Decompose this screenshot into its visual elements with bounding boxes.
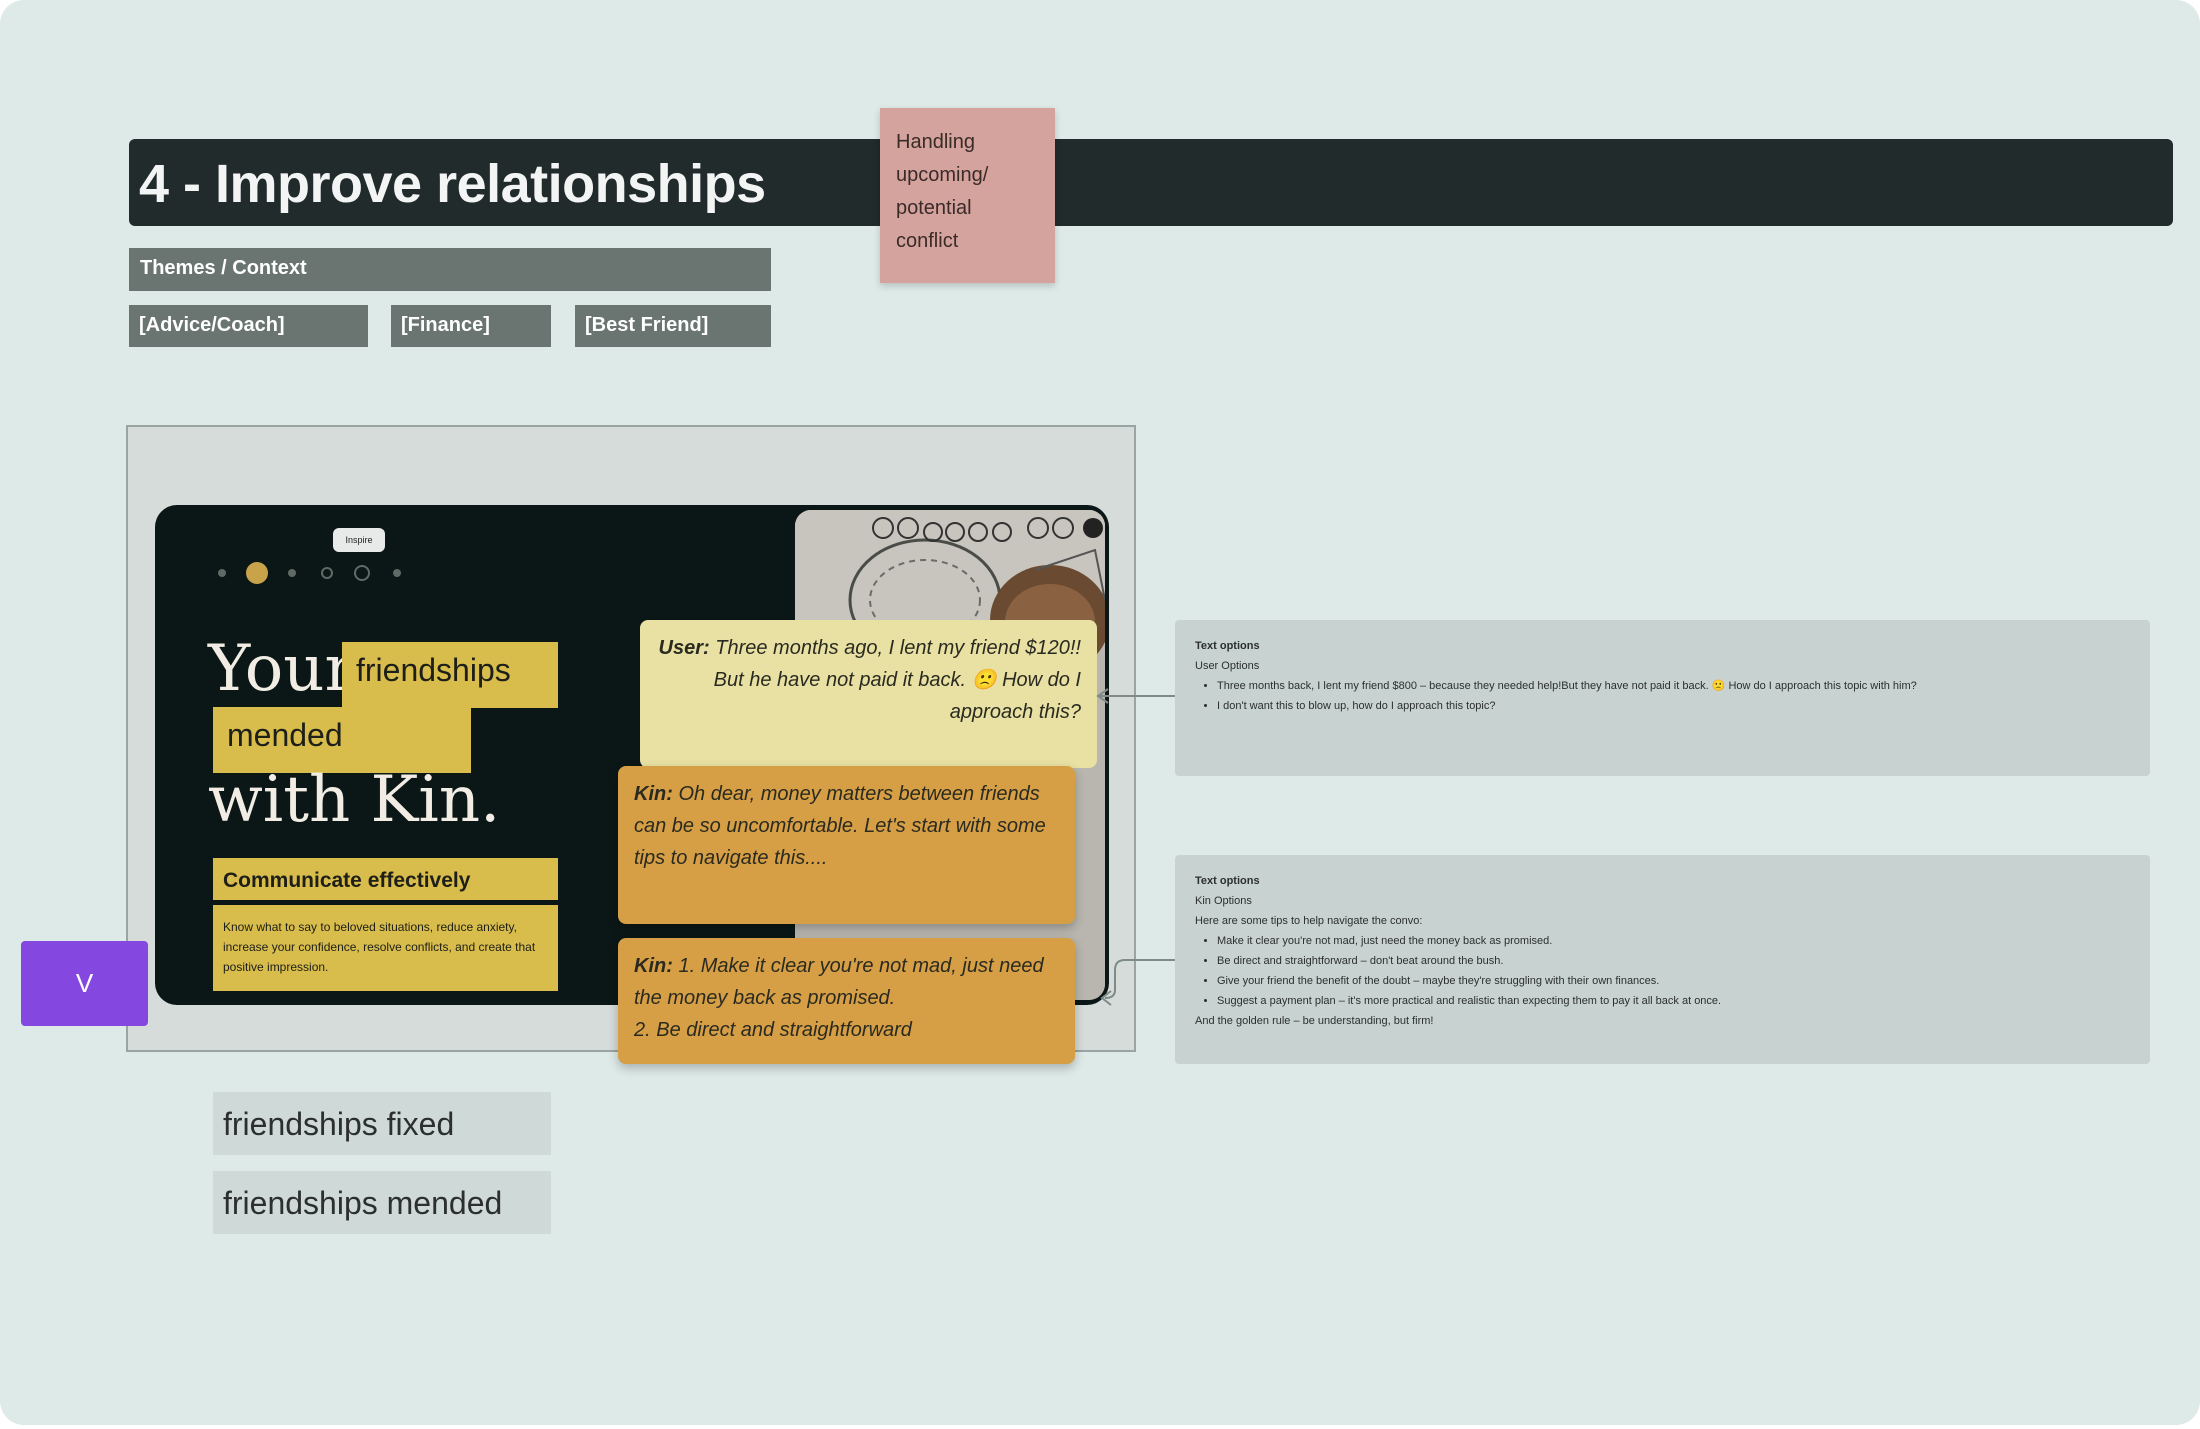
tag-finance[interactable]: [Finance]	[391, 305, 551, 347]
text-options-kin[interactable]: Text options Kin Options Here are some t…	[1175, 855, 2150, 1064]
option-item: Suggest a payment plan – it's more pract…	[1217, 991, 2130, 1011]
progress-dot	[218, 569, 226, 577]
option-item: I don't want this to blow up, how do I a…	[1217, 696, 2130, 716]
options-intro: Here are some tips to help navigate the …	[1195, 915, 1423, 927]
connector-arrows	[1096, 688, 1175, 1006]
section-title: 4 - Improve relationships	[139, 154, 766, 214]
kin-message-2-line1: 1. Make it clear you're not mad, just ne…	[634, 955, 1044, 1009]
progress-dot	[288, 569, 296, 577]
tooltip-pill: Inspire	[333, 528, 385, 552]
section-title-bar[interactable]: 4 - Improve relationships	[129, 139, 2173, 226]
feature-description: Know what to say to beloved situations, …	[213, 905, 558, 991]
kin-message-1: Oh dear, money matters between friends c…	[634, 783, 1046, 869]
progress-dot	[393, 569, 401, 577]
option-item: Give your friend the benefit of the doub…	[1217, 971, 2130, 991]
tag-best-friend[interactable]: [Best Friend]	[575, 305, 771, 347]
user-label: User:	[658, 637, 710, 659]
options-subheading: User Options	[1195, 660, 1260, 672]
hero-your: Your	[208, 632, 356, 706]
options-subheading: Kin Options	[1195, 895, 1252, 907]
progress-dot	[321, 567, 333, 579]
themes-context-label[interactable]: Themes / Context	[129, 248, 771, 291]
label-friendships-mended[interactable]: friendships mended	[213, 1171, 551, 1234]
options-outro: And the golden rule – be understanding, …	[1195, 1015, 1434, 1027]
progress-dot-active	[246, 562, 268, 584]
kin-label: Kin:	[634, 955, 673, 977]
feature-title: Communicate effectively	[213, 858, 558, 900]
tag-advice-coach[interactable]: [Advice/Coach]	[129, 305, 368, 347]
kin-message-2-line2: 2. Be direct and straightforward	[634, 1019, 912, 1041]
option-item: Make it clear you're not mad, just need …	[1217, 931, 2130, 951]
kin-chat-bubble-1[interactable]: Kin: Oh dear, money matters between frie…	[618, 766, 1075, 924]
kin-label: Kin:	[634, 783, 673, 805]
user-chat-bubble[interactable]: User: Three months ago, I lent my friend…	[640, 620, 1097, 768]
option-item: Be direct and straightforward – don't be…	[1217, 951, 2130, 971]
option-item: Three months back, I lent my friend $800…	[1217, 676, 2130, 696]
progress-dot	[354, 565, 370, 581]
kin-chat-bubble-2[interactable]: Kin: 1. Make it clear you're not mad, ju…	[618, 938, 1075, 1064]
sticky-note-conflict[interactable]: Handling upcoming/ potential conflict	[880, 108, 1055, 283]
user-message: Three months ago, I lent my friend $120!…	[713, 637, 1081, 723]
hero-with-kin: with Kin.	[208, 763, 501, 837]
hero-highlight-friendships: friendships	[342, 642, 558, 708]
text-options-user[interactable]: Text options User Options Three months b…	[1175, 620, 2150, 776]
progress-dots	[218, 562, 401, 584]
label-friendships-fixed[interactable]: friendships fixed	[213, 1092, 551, 1155]
options-heading: Text options	[1195, 875, 1260, 887]
user-avatar-v[interactable]: V	[21, 941, 148, 1026]
options-heading: Text options	[1195, 640, 1260, 652]
